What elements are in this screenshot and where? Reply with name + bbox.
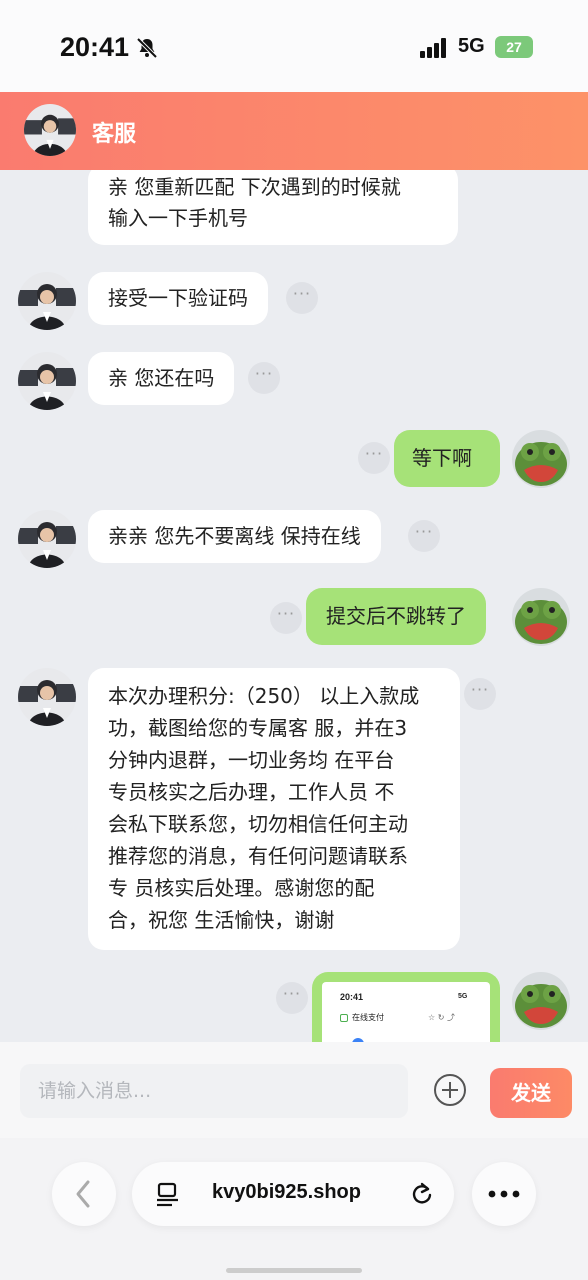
agent-avatar[interactable]	[24, 104, 76, 156]
thumb-title: 在线支付	[352, 1013, 384, 1022]
agent-avatar[interactable]	[18, 510, 76, 568]
agent-avatar-icon	[24, 104, 76, 156]
bell-muted-icon	[136, 37, 158, 59]
url-text: kvy0bi925.shop	[212, 1181, 361, 1203]
chat-messages[interactable]: 亲 您重新匹配 下次遇到的时候就 输入一下手机号 接受一下验证码 ··· 亲 您…	[0, 170, 588, 1042]
message-text-line: 会私下联系您，切勿相信任何主动	[108, 812, 408, 836]
signal-icon	[420, 38, 446, 58]
message-text: 亲亲 您先不要离线 保持在线	[108, 524, 361, 548]
agent-avatar-icon	[18, 510, 76, 568]
thumb-network: 5G	[458, 993, 468, 1000]
chat-header: 客服	[0, 92, 588, 170]
message-text-line: 输入一下手机号	[108, 206, 248, 230]
message-text-line: 推荐您的消息，有任何问题请联系	[108, 844, 408, 868]
battery-icon: 27	[495, 36, 533, 58]
network-type: 5G	[458, 35, 485, 57]
more-options-icon[interactable]: ···	[408, 520, 440, 552]
message-text-line: 专 员核实后处理。感谢您的配	[108, 876, 375, 900]
screenshot-thumbnail[interactable]: 20:41 5G 在线支付 ☆ ↻ ⤴	[322, 982, 490, 1042]
chat-title: 客服	[92, 122, 137, 147]
message-bubble[interactable]: 亲 您还在吗	[88, 352, 235, 405]
address-bar[interactable]: kvy0bi925.shop	[132, 1162, 454, 1226]
reader-mode-icon[interactable]	[154, 1180, 182, 1208]
plus-icon[interactable]	[432, 1072, 468, 1108]
more-options-icon[interactable]: ···	[358, 442, 390, 474]
message-text: 亲 您还在吗	[108, 366, 215, 390]
send-button[interactable]: 发送	[490, 1068, 572, 1118]
agent-avatar-icon	[18, 272, 76, 330]
status-time: 20:41	[60, 32, 130, 62]
back-button[interactable]	[52, 1162, 116, 1226]
battery-level: 27	[506, 39, 522, 55]
frog-avatar-icon	[512, 972, 570, 1030]
image-message[interactable]: 20:41 5G 在线支付 ☆ ↻ ⤴	[312, 972, 500, 1042]
message-text: 提交后不跳转了	[326, 604, 466, 628]
message-text-line: 分钟内退群，一切业务均 在平台	[108, 748, 395, 772]
my-message-bubble[interactable]: 提交后不跳转了	[306, 588, 486, 645]
message-text-line: 功，截图给您的专属客 服，并在3	[108, 716, 408, 740]
thumb-toolbar-icons: ☆ ↻ ⤴	[428, 1013, 455, 1022]
message-input[interactable]	[20, 1064, 408, 1118]
agent-avatar-icon	[18, 668, 76, 726]
message-text-line: 亲 您重新匹配 下次遇到的时候就	[108, 175, 401, 199]
more-options-icon[interactable]: ···	[286, 282, 318, 314]
message-bubble[interactable]: 接受一下验证码	[88, 272, 268, 325]
message-bubble[interactable]: 本次办理积分:（250） 以上入款成 功，截图给您的专属客 服，并在3 分钟内退…	[88, 668, 460, 950]
thumb-time: 20:41	[340, 992, 364, 1002]
message-bubble[interactable]: 亲 您重新匹配 下次遇到的时候就 输入一下手机号	[88, 170, 458, 245]
my-message-bubble[interactable]: 等下啊	[394, 430, 500, 487]
user-avatar[interactable]	[512, 588, 570, 646]
message-text-line: 合，祝您 生活愉快，谢谢	[108, 908, 335, 932]
user-avatar[interactable]	[512, 430, 570, 488]
more-horizontal-icon	[488, 1190, 520, 1198]
more-options-icon[interactable]: ···	[248, 362, 280, 394]
message-text-line: 专员核实之后办理，工作人员 不	[108, 780, 395, 804]
status-bar: 20:41 5G 27	[0, 0, 588, 92]
frog-avatar-icon	[512, 588, 570, 646]
more-options-icon[interactable]: ···	[270, 602, 302, 634]
thumb-check-icon	[340, 1014, 348, 1022]
agent-avatar[interactable]	[18, 668, 76, 726]
agent-avatar-icon	[18, 352, 76, 410]
browser-toolbar: kvy0bi925.shop	[0, 1138, 588, 1280]
message-text-line: 本次办理积分:（250） 以上入款成	[108, 684, 420, 708]
chevron-left-icon	[76, 1180, 90, 1208]
agent-avatar[interactable]	[18, 352, 76, 410]
message-text: 接受一下验证码	[108, 286, 248, 310]
frog-avatar-icon	[512, 430, 570, 488]
reload-icon[interactable]	[408, 1180, 436, 1208]
agent-avatar[interactable]	[18, 272, 76, 330]
more-options-icon[interactable]: ···	[276, 982, 308, 1014]
home-indicator[interactable]	[226, 1268, 362, 1273]
user-avatar[interactable]	[512, 972, 570, 1030]
message-text: 等下啊	[412, 446, 472, 470]
message-composer: 发送	[0, 1042, 588, 1138]
more-options-icon[interactable]: ···	[464, 678, 496, 710]
message-bubble[interactable]: 亲亲 您先不要离线 保持在线	[88, 510, 381, 563]
more-menu-button[interactable]	[472, 1162, 536, 1226]
